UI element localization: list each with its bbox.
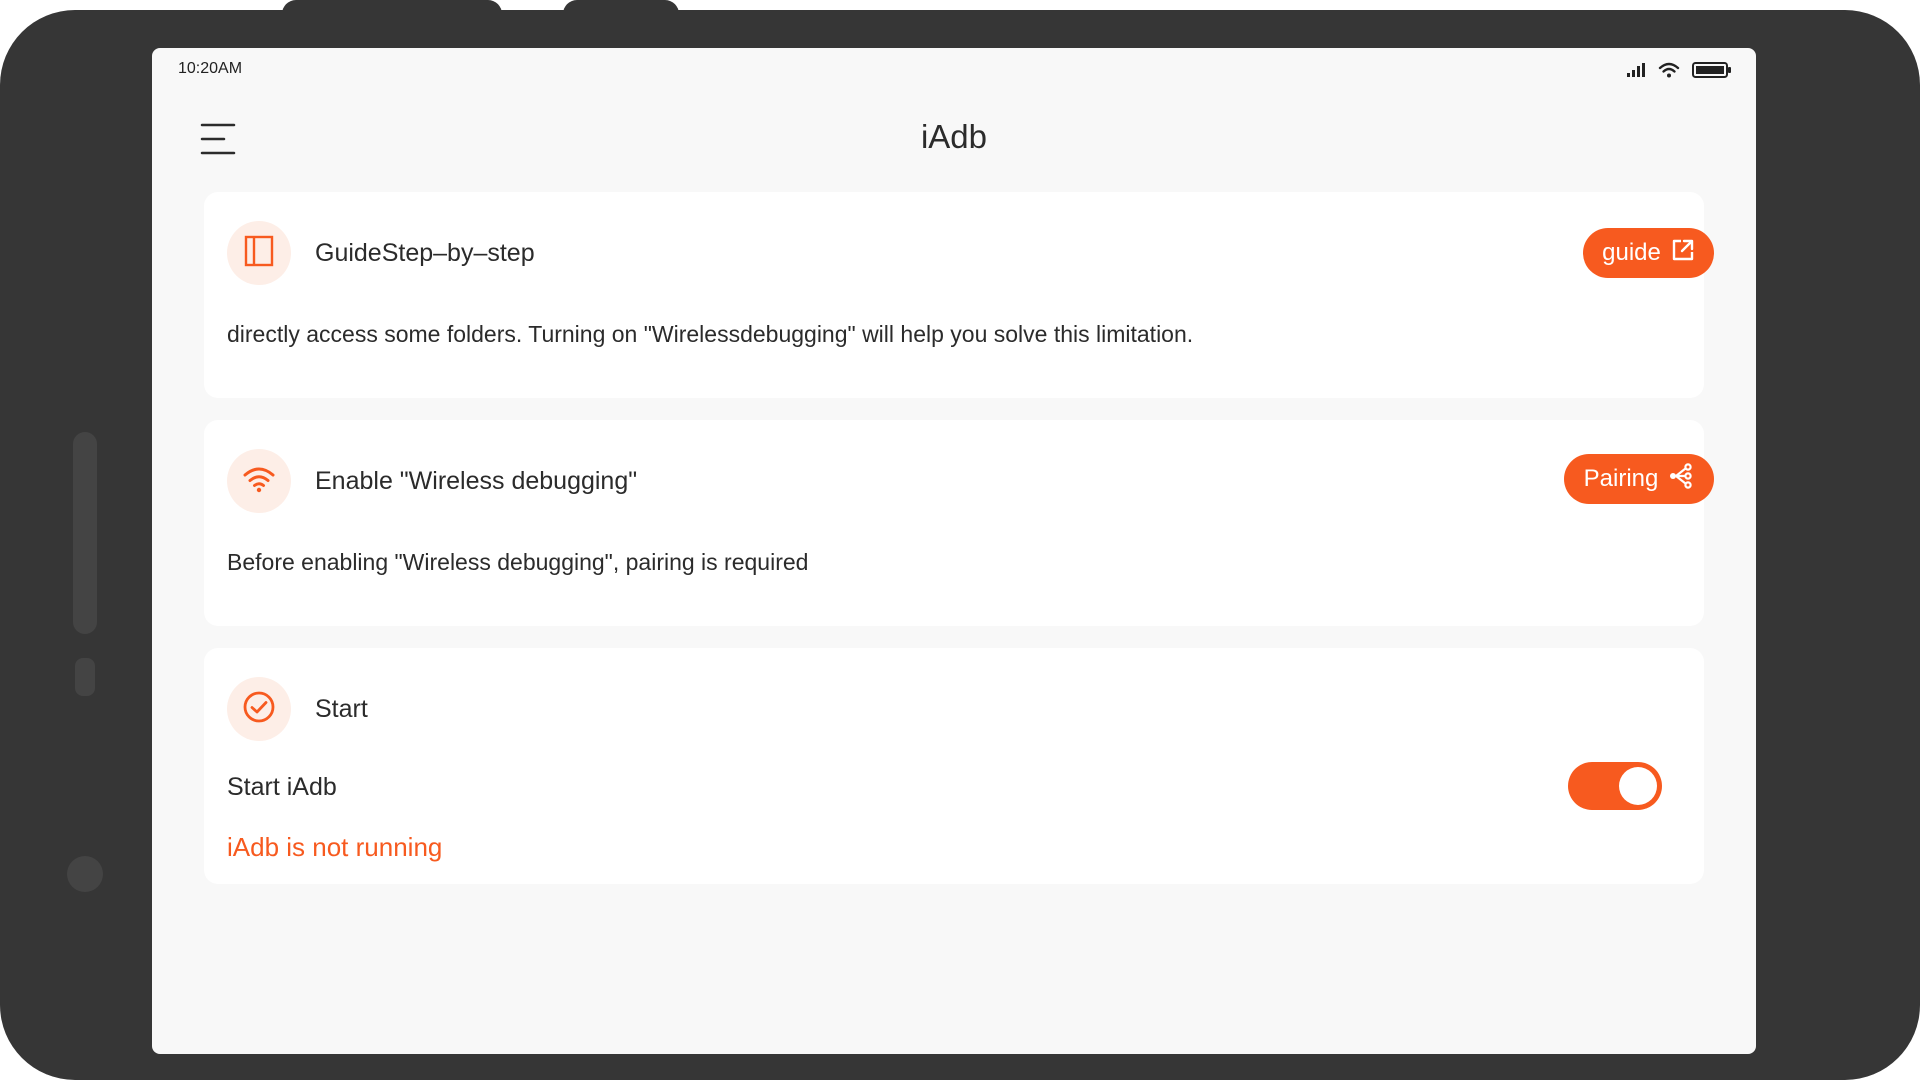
guide-button[interactable]: guide — [1583, 228, 1714, 278]
battery-icon — [1692, 61, 1732, 84]
device-side-button — [73, 432, 97, 634]
wireless-card-title: Enable "Wireless debugging" — [315, 467, 638, 495]
wifi-icon — [1658, 62, 1680, 83]
device-side-button — [75, 658, 95, 696]
status-icons — [1626, 61, 1732, 84]
wifi-icon — [242, 465, 276, 498]
wireless-icon-container — [227, 449, 291, 513]
iadb-status-text: iAdb is not running — [227, 832, 443, 862]
signal-icon — [1626, 62, 1646, 83]
pairing-button[interactable]: Pairing — [1564, 454, 1714, 504]
pairing-button-label: Pairing — [1583, 465, 1659, 492]
share-icon — [1668, 462, 1694, 496]
device-camera — [67, 856, 103, 892]
device-frame: 10:20AM iAdb GuideStep–by–step guide dir… — [0, 0, 1920, 1080]
guide-button-label: guide — [1602, 239, 1661, 266]
start-card-title: Start — [315, 695, 368, 723]
screen: 10:20AM iAdb GuideStep–by–step guide dir… — [152, 48, 1756, 1054]
app-title: iAdb — [920, 118, 988, 155]
check-circle-icon — [242, 690, 276, 729]
start-iadb-label: Start iAdb — [227, 773, 337, 801]
start-card: Start Start iAdb iAdb is not running — [204, 648, 1704, 884]
wireless-card-description: Before enabling "Wireless debugging", pa… — [227, 549, 809, 575]
book-icon — [244, 235, 274, 272]
guide-card: GuideStep–by–step guide directly access … — [204, 192, 1714, 398]
toggle-knob — [1619, 767, 1657, 805]
app-bar: iAdb — [152, 108, 1756, 170]
guide-card-description: directly access some folders. Turning on… — [227, 321, 1194, 347]
status-time: 10:20AM — [178, 60, 243, 77]
device-top-button — [563, 0, 679, 14]
guide-card-title: GuideStep–by–step — [315, 239, 535, 267]
device-top-button — [282, 0, 502, 14]
external-link-icon — [1671, 238, 1695, 269]
wireless-debugging-card: Enable "Wireless debugging" Pairing Befo… — [204, 420, 1714, 626]
start-iadb-toggle[interactable] — [1568, 762, 1662, 810]
guide-icon-container — [227, 221, 291, 285]
status-bar: 10:20AM — [152, 48, 1756, 88]
start-icon-container — [227, 677, 291, 741]
